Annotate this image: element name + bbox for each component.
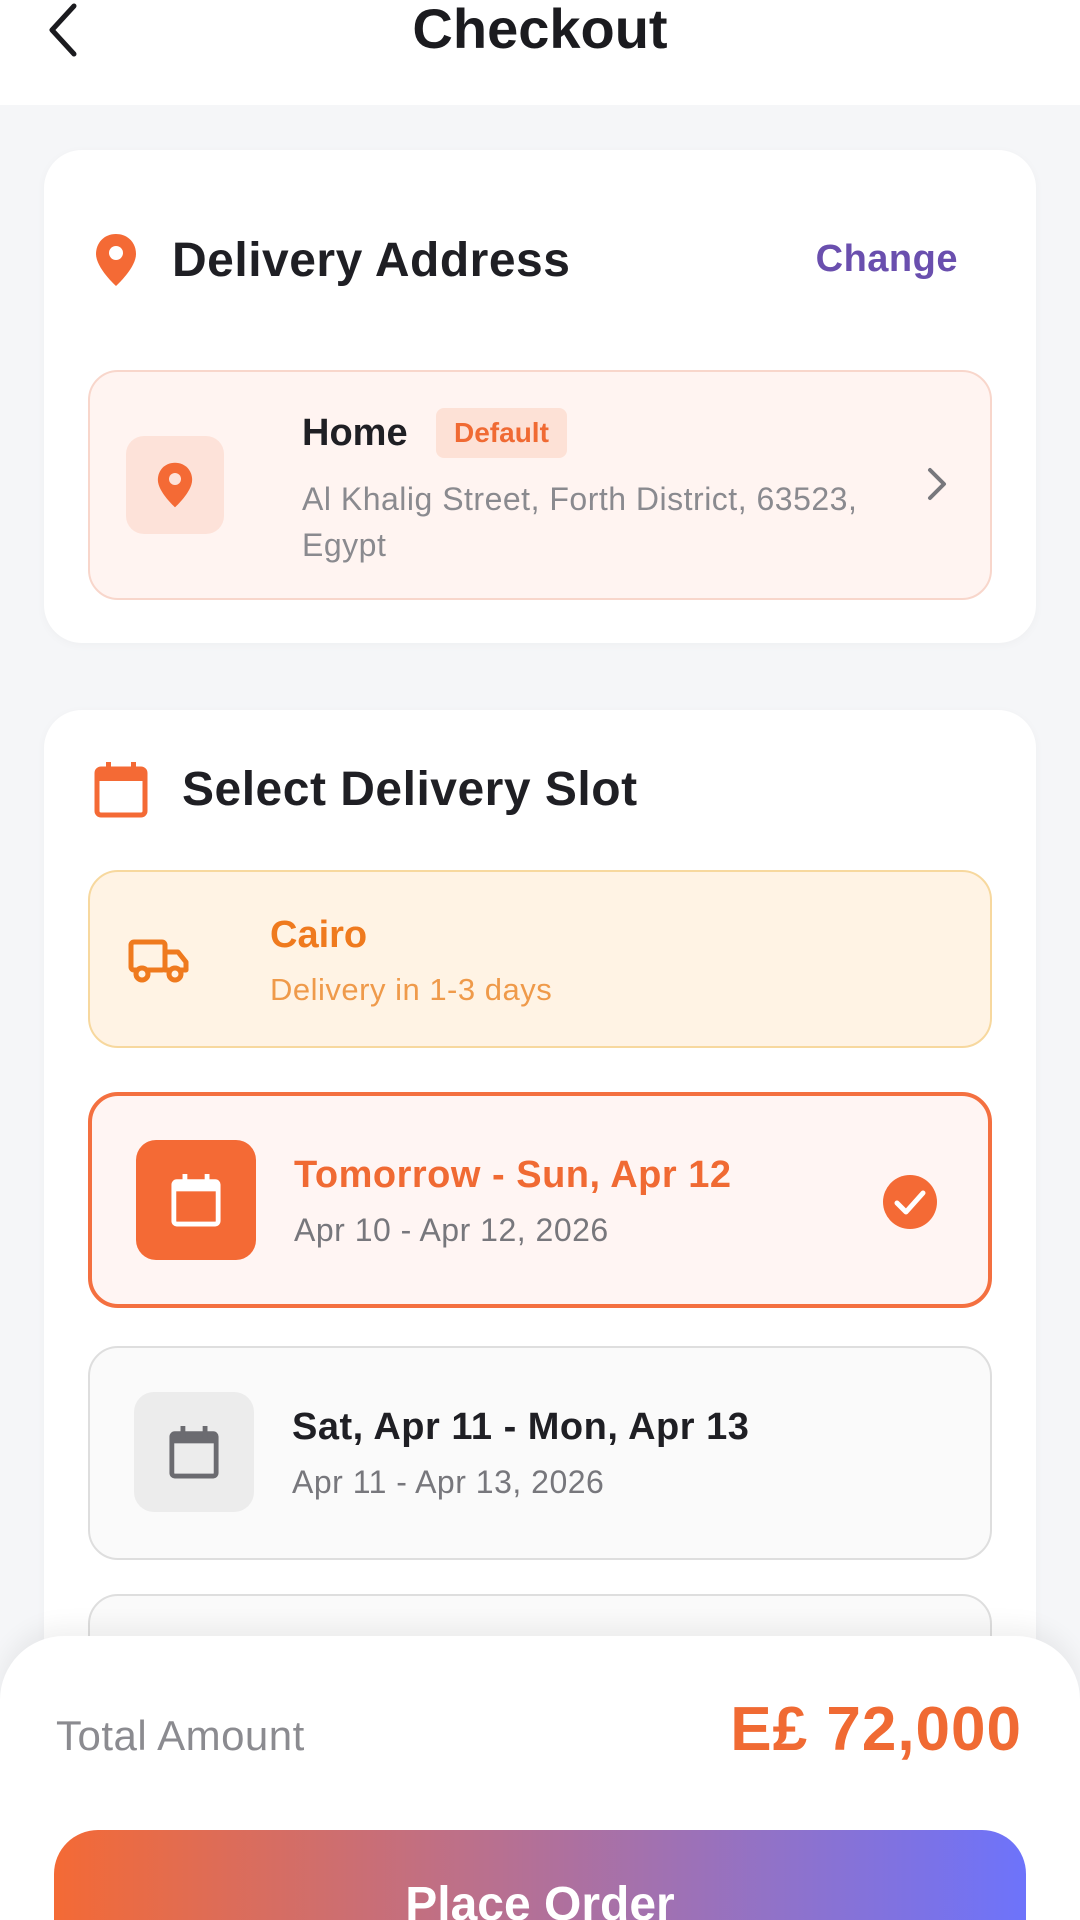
slot-option-1[interactable]: Tomorrow - Sun, Apr 12 Apr 10 - Apr 12, …	[88, 1092, 992, 1308]
calendar-icon	[171, 1174, 221, 1227]
checkout-screen: Checkout Delivery Address Change Home De…	[0, 0, 1080, 1920]
address-icon-box	[126, 436, 224, 534]
location-pin-icon	[96, 234, 136, 286]
order-summary-sheet: Total Amount E£ 72,000 Place Order	[0, 1636, 1080, 1920]
slot-icon-box	[134, 1392, 254, 1512]
slot-title: Sat, Apr 11 - Mon, Apr 13	[292, 1406, 750, 1448]
total-amount-label: Total Amount	[56, 1712, 305, 1759]
check-circle-icon	[882, 1174, 938, 1235]
delivery-slot-card: Select Delivery Slot Cairo Delivery in 1…	[44, 710, 1036, 1750]
chevron-right-icon	[924, 464, 950, 509]
total-amount-value: E£ 72,000	[730, 1695, 1022, 1764]
region-city: Cairo	[270, 914, 368, 956]
location-pin-icon	[157, 462, 193, 508]
delivery-slot-header: Select Delivery Slot	[94, 760, 638, 818]
delivery-address-card: Delivery Address Change Home Default Al …	[44, 150, 1036, 643]
header: Checkout	[0, 0, 1080, 105]
place-order-button[interactable]: Place Order	[54, 1830, 1026, 1920]
page-title: Checkout	[412, 0, 668, 60]
region-delivery-time: Delivery in 1-3 days	[270, 972, 553, 1007]
truck-icon	[128, 939, 189, 983]
slot-date-range: Apr 10 - Apr 12, 2026	[294, 1212, 609, 1248]
default-badge: Default	[436, 408, 567, 458]
delivery-address-title: Delivery Address	[172, 233, 571, 287]
slot-icon-box	[136, 1140, 256, 1260]
slot-date-range: Apr 11 - Apr 13, 2026	[292, 1464, 605, 1500]
slot-title: Tomorrow - Sun, Apr 12	[294, 1154, 732, 1196]
change-address-link[interactable]: Change	[816, 238, 958, 281]
calendar-icon	[94, 762, 148, 818]
calendar-icon	[169, 1426, 219, 1479]
slot-option-2[interactable]: Sat, Apr 11 - Mon, Apr 13 Apr 11 - Apr 1…	[88, 1346, 992, 1560]
delivery-slot-title: Select Delivery Slot	[182, 762, 638, 816]
address-item-home[interactable]: Home Default Al Khalig Street, Forth Dis…	[88, 370, 992, 600]
address-line: Al Khalig Street, Forth District, 63523,…	[302, 481, 858, 563]
address-name: Home	[302, 412, 408, 454]
delivery-address-header: Delivery Address	[94, 232, 570, 288]
region-info-box: Cairo Delivery in 1-3 days	[88, 870, 992, 1048]
